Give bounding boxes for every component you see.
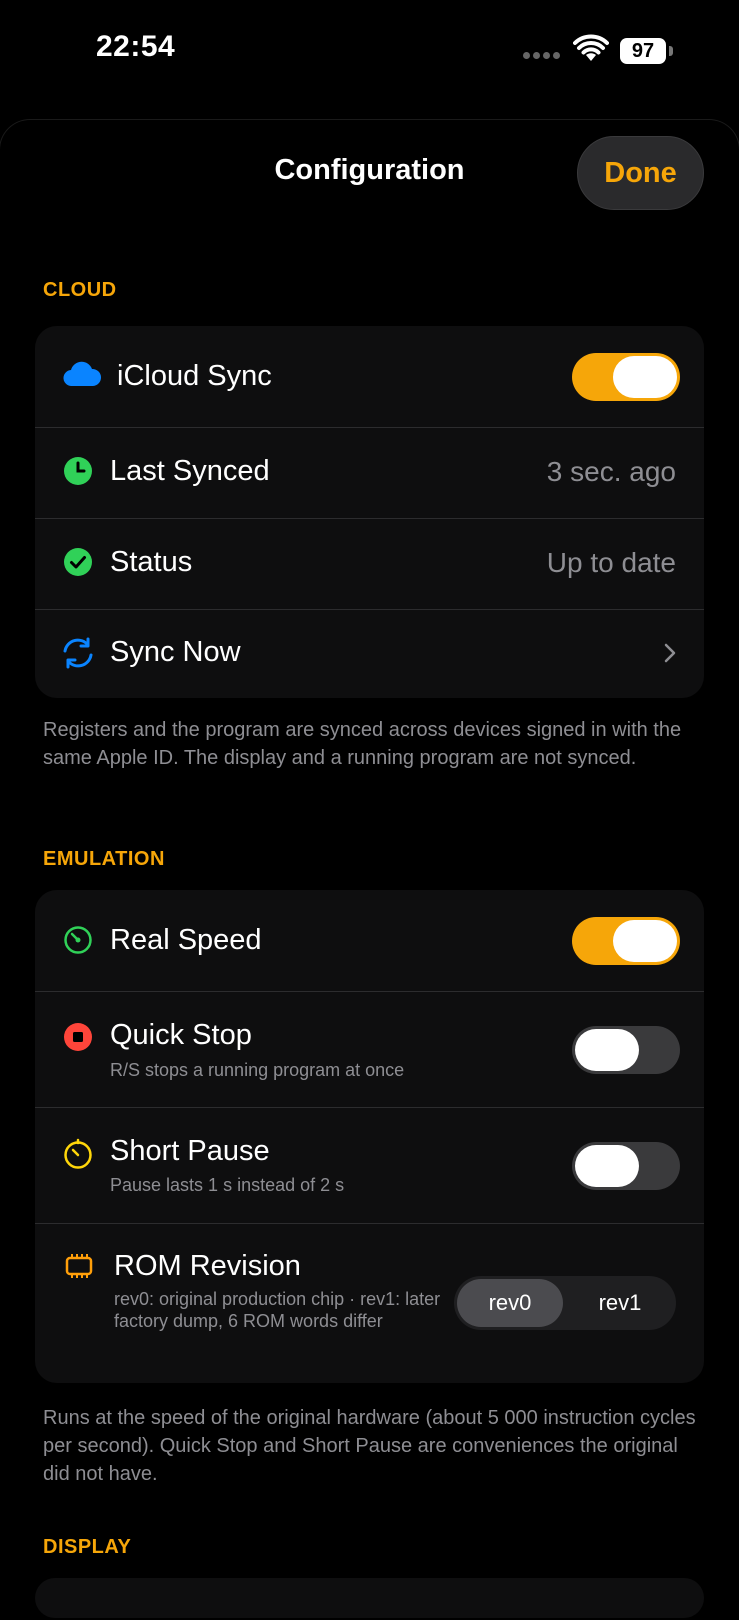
rom-revision-segmented-control[interactable]: rev0 rev1	[454, 1276, 676, 1330]
cloud-group: iCloud Sync Last Synced 3 sec. ago Statu…	[35, 326, 704, 698]
cloud-footer-text: Registers and the program are synced acr…	[43, 719, 682, 769]
battery-icon: 97	[620, 38, 673, 64]
status-bar: 22:54 97	[0, 0, 739, 110]
row-sync-now[interactable]: Sync Now	[35, 610, 704, 698]
section-header-emulation: EMULATION	[43, 848, 165, 870]
cellular-signal-icon	[523, 52, 560, 59]
segment-rev0[interactable]: rev0	[457, 1279, 563, 1327]
rom-revision-label: ROM Revision	[114, 1250, 301, 1282]
real-speed-toggle[interactable]	[572, 917, 680, 965]
status-value: Up to date	[546, 547, 676, 578]
row-rom-revision: ROM Revision rev0: original production c…	[35, 1224, 704, 1383]
battery-level: 97	[620, 38, 666, 64]
checkmark-circle-icon	[63, 547, 93, 577]
row-status: Status Up to date	[35, 519, 704, 609]
row-icloud-sync: iCloud Sync	[35, 326, 704, 427]
short-pause-toggle[interactable]	[572, 1142, 680, 1190]
section-header-display: DISPLAY	[43, 1536, 132, 1558]
speedometer-icon	[63, 925, 93, 955]
quick-stop-toggle[interactable]	[572, 1026, 680, 1074]
icloud-sync-toggle[interactable]	[572, 353, 680, 401]
segment-rev1[interactable]: rev1	[567, 1279, 673, 1327]
quick-stop-description: R/S stops a running program at once	[110, 1060, 405, 1080]
last-synced-value: 3 sec. ago	[546, 456, 676, 487]
short-pause-description: Pause lasts 1 s instead of 2 s	[110, 1175, 345, 1195]
clock-icon	[63, 456, 93, 486]
sync-now-label: Sync Now	[110, 636, 241, 668]
status-time: 22:54	[96, 30, 176, 63]
emulation-footer-text: Runs at the speed of the original hardwa…	[43, 1407, 696, 1485]
section-header-cloud: CLOUD	[43, 279, 117, 301]
row-last-synced: Last Synced 3 sec. ago	[35, 428, 704, 518]
done-button[interactable]: Done	[577, 136, 704, 210]
display-group	[35, 1578, 704, 1618]
icloud-sync-label: iCloud Sync	[117, 360, 272, 392]
rom-revision-description: rev0: original production chip · rev1: l…	[114, 1289, 441, 1331]
chip-icon	[63, 1252, 95, 1280]
icloud-icon	[63, 360, 101, 388]
wifi-icon	[573, 34, 609, 61]
real-speed-label: Real Speed	[110, 924, 262, 956]
timer-icon	[63, 1138, 93, 1170]
status-label: Status	[110, 546, 193, 578]
row-quick-stop: Quick Stop R/S stops a running program a…	[35, 992, 704, 1107]
chevron-right-icon	[664, 643, 676, 668]
row-real-speed: Real Speed	[35, 890, 704, 991]
quick-stop-label: Quick Stop	[110, 1019, 252, 1051]
emulation-group: Real Speed Quick Stop R/S stops a runnin…	[35, 890, 704, 1383]
short-pause-label: Short Pause	[110, 1135, 270, 1167]
row-short-pause: Short Pause Pause lasts 1 s instead of 2…	[35, 1108, 704, 1223]
sync-arrows-icon	[61, 637, 95, 669]
stop-circle-icon	[63, 1022, 93, 1052]
last-synced-label: Last Synced	[110, 455, 270, 487]
